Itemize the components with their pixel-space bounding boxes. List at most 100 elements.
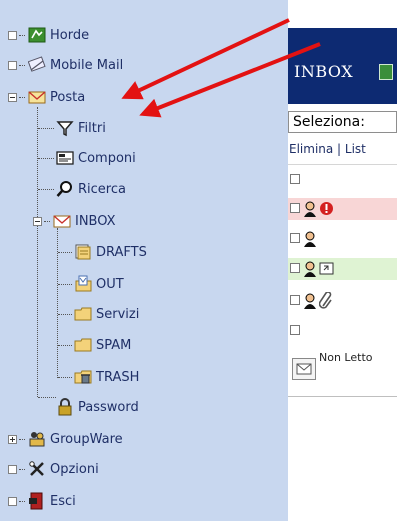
tree-line bbox=[58, 252, 72, 253]
tree-line bbox=[58, 284, 72, 285]
row-checkbox[interactable] bbox=[290, 233, 300, 243]
sidebar: Horde Mobile Mail Posta Filtri Componi R… bbox=[0, 0, 288, 521]
tree-item-label: TRASH bbox=[96, 369, 140, 385]
tree-item-label: Ricerca bbox=[78, 181, 126, 197]
select-all-checkbox[interactable] bbox=[290, 174, 300, 184]
tree-item-inbox[interactable]: INBOX bbox=[33, 210, 116, 232]
select-dropdown[interactable]: Seleziona: bbox=[288, 111, 397, 133]
search-icon bbox=[56, 180, 74, 198]
important-icon bbox=[320, 202, 333, 215]
collapse-icon[interactable] bbox=[8, 92, 17, 102]
tree-item-drafts[interactable]: DRAFTS bbox=[74, 241, 147, 263]
tree-node-box bbox=[8, 30, 17, 40]
tools-icon bbox=[28, 460, 46, 478]
tree-connector bbox=[19, 64, 25, 66]
tree-connector bbox=[19, 438, 25, 440]
compose-icon bbox=[56, 149, 74, 167]
table-header-row bbox=[288, 169, 397, 191]
mailbox-header: INBOX bbox=[288, 28, 397, 104]
mail-envelope-icon bbox=[53, 212, 71, 230]
row-checkbox[interactable] bbox=[290, 325, 300, 335]
tree-item-label: Mobile Mail bbox=[50, 57, 124, 73]
tree-item-spam[interactable]: SPAM bbox=[74, 334, 131, 356]
horde-icon bbox=[28, 26, 46, 44]
unread-legend-label: Non Letto bbox=[319, 351, 373, 364]
tree-item-label: Servizi bbox=[96, 306, 140, 322]
row-divider bbox=[288, 164, 397, 165]
tree-line bbox=[58, 377, 72, 378]
expand-icon[interactable] bbox=[8, 434, 17, 444]
user-icon bbox=[304, 201, 316, 217]
tree-node-box bbox=[8, 60, 17, 70]
tree-node-box bbox=[8, 464, 17, 474]
tree-item-ricerca[interactable]: Ricerca bbox=[56, 178, 126, 200]
tree-line bbox=[38, 189, 54, 190]
row-checkbox[interactable] bbox=[290, 203, 300, 213]
tree-connector bbox=[19, 468, 25, 470]
row-checkbox[interactable] bbox=[290, 295, 300, 305]
tree-item-label: Posta bbox=[50, 89, 86, 105]
tree-item-label: SPAM bbox=[96, 337, 132, 353]
filter-icon bbox=[56, 119, 74, 137]
tree-item-posta[interactable]: Posta bbox=[8, 86, 85, 108]
tree-item-horde[interactable]: Horde bbox=[8, 24, 89, 46]
message-actions[interactable]: Elimina | List bbox=[288, 142, 397, 156]
tree-item-label: Opzioni bbox=[50, 461, 99, 477]
folder-icon bbox=[74, 336, 92, 354]
tree-item-label: Componi bbox=[78, 150, 136, 166]
answered-icon bbox=[319, 262, 334, 275]
select-label: Seleziona: bbox=[293, 114, 365, 130]
tree-line bbox=[57, 228, 58, 378]
user-icon bbox=[304, 261, 316, 277]
groupware-icon bbox=[28, 430, 46, 448]
tree-item-servizi[interactable]: Servizi bbox=[74, 303, 139, 325]
tree-item-filtri[interactable]: Filtri bbox=[56, 117, 106, 139]
tree-item-label: Horde bbox=[50, 27, 90, 43]
attachment-icon bbox=[319, 292, 332, 309]
table-row[interactable] bbox=[288, 320, 397, 342]
refresh-icon[interactable] bbox=[379, 64, 393, 80]
mail-envelope-icon bbox=[28, 88, 46, 106]
table-row[interactable] bbox=[288, 198, 397, 220]
drafts-folder-icon bbox=[74, 243, 92, 261]
tree-line bbox=[58, 345, 72, 346]
folder-icon bbox=[74, 305, 92, 323]
tree-line bbox=[38, 158, 54, 159]
tree-item-mobile-mail[interactable]: Mobile Mail bbox=[8, 54, 123, 76]
table-row[interactable] bbox=[288, 228, 397, 250]
mobile-mail-icon bbox=[27, 56, 46, 74]
tree-item-label: Esci bbox=[50, 493, 76, 509]
tree-item-trash[interactable]: TRASH bbox=[74, 366, 139, 388]
tree-line bbox=[38, 397, 56, 398]
tree-line bbox=[37, 107, 38, 397]
trash-folder-icon bbox=[74, 368, 92, 386]
user-icon bbox=[304, 293, 316, 309]
tree-item-esci[interactable]: Esci bbox=[8, 490, 76, 512]
tree-item-password[interactable]: Password bbox=[56, 396, 139, 418]
tree-connector bbox=[19, 500, 25, 502]
tree-item-groupware[interactable]: GroupWare bbox=[8, 428, 123, 450]
exit-icon bbox=[28, 492, 46, 510]
tree-item-componi[interactable]: Componi bbox=[56, 147, 136, 169]
tree-connector bbox=[44, 220, 50, 222]
tree-item-label: GroupWare bbox=[50, 431, 123, 447]
tree-item-label: Filtri bbox=[78, 120, 106, 136]
tree-item-out[interactable]: OUT bbox=[74, 273, 124, 295]
user-icon bbox=[304, 231, 316, 247]
lock-icon bbox=[56, 398, 74, 416]
tree-item-label: Password bbox=[78, 399, 139, 415]
outbox-folder-icon bbox=[74, 275, 92, 293]
tree-connector bbox=[19, 96, 25, 98]
tree-item-label: DRAFTS bbox=[96, 244, 147, 260]
tree-item-opzioni[interactable]: Opzioni bbox=[8, 458, 99, 480]
tree-item-label: INBOX bbox=[75, 213, 116, 229]
page-title: INBOX bbox=[294, 62, 354, 81]
table-row[interactable] bbox=[288, 258, 397, 280]
tree-line bbox=[38, 128, 54, 129]
mail-panel: INBOX Seleziona: Elimina | List Non Lett… bbox=[288, 0, 397, 521]
row-checkbox[interactable] bbox=[290, 263, 300, 273]
panel-divider bbox=[288, 396, 397, 397]
collapse-icon[interactable] bbox=[33, 216, 42, 226]
table-row[interactable] bbox=[288, 290, 397, 312]
tree-line bbox=[58, 314, 72, 315]
